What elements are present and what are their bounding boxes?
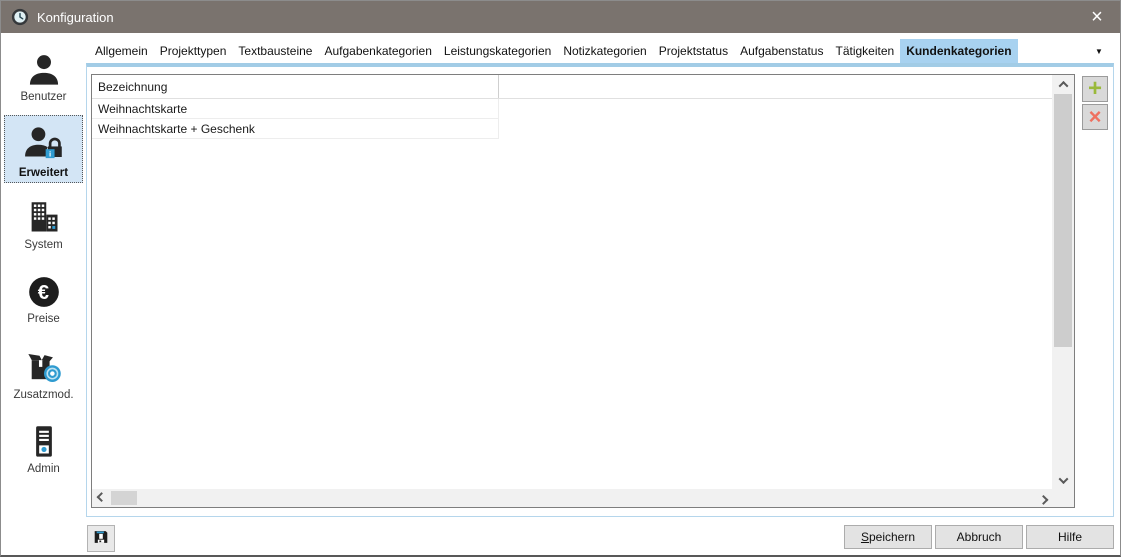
- scroll-up-button[interactable]: [1052, 75, 1074, 93]
- floppy-disk-icon: [92, 528, 110, 549]
- scroll-up-icon: [1058, 80, 1068, 90]
- sidebar-item-admin[interactable]: Admin: [4, 419, 83, 479]
- hilfe-button[interactable]: Hilfe: [1026, 525, 1114, 549]
- tab-overflow-dropdown-icon[interactable]: ▼: [1087, 39, 1111, 63]
- sidebar-item-label: System: [24, 239, 62, 254]
- scroll-down-button[interactable]: [1052, 471, 1074, 489]
- user-icon: [26, 48, 62, 91]
- scroll-right-button[interactable]: [1034, 489, 1052, 507]
- vertical-scrollbar[interactable]: [1052, 75, 1074, 489]
- horizontal-scrollbar[interactable]: [92, 489, 1052, 507]
- speichern-label-mnemonic: S: [861, 530, 869, 544]
- kundenkategorien-list: Bezeichnung Weihnachtskarte Weihnachtska…: [91, 74, 1075, 508]
- sidebar-item-label: Admin: [27, 463, 60, 478]
- user-lock-icon: i: [24, 116, 64, 167]
- konfiguration-dialog: Konfiguration × Benutzer i: [0, 0, 1121, 557]
- tab-taetigkeiten[interactable]: Tätigkeiten: [829, 39, 900, 63]
- svg-text:i: i: [49, 149, 51, 158]
- speichern-button[interactable]: Speichern: [844, 525, 932, 549]
- scroll-down-icon: [1058, 474, 1068, 484]
- sidebar-item-preise[interactable]: € Preise: [4, 269, 83, 329]
- scroll-left-button[interactable]: [92, 489, 110, 507]
- window-title: Konfiguration: [37, 10, 114, 25]
- sidebar-item-label: Preise: [27, 313, 60, 328]
- tab-bar: Allgemein Projekttypen Textbausteine Auf…: [89, 39, 1018, 63]
- scroll-right-icon: [1038, 494, 1048, 504]
- sidebar-item-label: Benutzer: [20, 91, 66, 106]
- sidebar-item-label: Zusatzmod.: [13, 389, 73, 404]
- sidebar-item-zusatzmod[interactable]: Zusatzmod.: [4, 345, 83, 405]
- list-rows-area: Bezeichnung Weihnachtskarte Weihnachtska…: [92, 75, 1052, 489]
- sidebar-item-system[interactable]: System: [4, 195, 83, 255]
- tab-leistungskategorien[interactable]: Leistungskategorien: [438, 39, 557, 63]
- tab-projekttypen[interactable]: Projekttypen: [154, 39, 233, 63]
- buildings-icon: [26, 196, 62, 239]
- column-header-bezeichnung[interactable]: Bezeichnung: [92, 75, 499, 98]
- titlebar[interactable]: Konfiguration ×: [1, 1, 1120, 33]
- tab-kundenkategorien[interactable]: Kundenkategorien: [900, 39, 1017, 63]
- add-button[interactable]: +: [1082, 76, 1108, 102]
- horizontal-scroll-thumb[interactable]: [111, 491, 137, 505]
- list-item[interactable]: Weihnachtskarte: [92, 99, 499, 119]
- scrollbar-corner: [1052, 489, 1074, 507]
- tab-allgemein[interactable]: Allgemein: [89, 39, 154, 63]
- quick-save-button[interactable]: [87, 525, 115, 552]
- tab-projektstatus[interactable]: Projektstatus: [653, 39, 734, 63]
- sidebar-item-label: Erweitert: [19, 167, 68, 182]
- sidebar-item-benutzer[interactable]: Benutzer: [4, 47, 83, 107]
- list-item[interactable]: Weihnachtskarte + Geschenk: [92, 119, 499, 139]
- speichern-label: peichern: [869, 530, 915, 544]
- svg-text:€: €: [37, 282, 48, 304]
- euro-circle-icon: €: [25, 270, 63, 313]
- list-header-row: Bezeichnung: [92, 75, 1052, 99]
- sidebar: Benutzer i Erweitert: [1, 33, 86, 557]
- sidebar-item-erweitert[interactable]: i Erweitert: [4, 115, 83, 183]
- tab-aufgabenkategorien[interactable]: Aufgabenkategorien: [318, 39, 437, 63]
- tab-notizkategorien[interactable]: Notizkategorien: [557, 39, 652, 63]
- package-disc-icon: [25, 346, 63, 389]
- abbruch-button[interactable]: Abbruch: [935, 525, 1023, 549]
- vertical-scroll-thumb[interactable]: [1054, 94, 1072, 347]
- delete-button[interactable]: ×: [1082, 104, 1108, 130]
- server-icon: [26, 420, 62, 463]
- app-clock-icon: [11, 8, 29, 26]
- tab-textbausteine[interactable]: Textbausteine: [232, 39, 318, 63]
- tab-aufgabenstatus[interactable]: Aufgabenstatus: [734, 39, 829, 63]
- scroll-left-icon: [96, 492, 106, 502]
- close-button[interactable]: ×: [1074, 1, 1120, 33]
